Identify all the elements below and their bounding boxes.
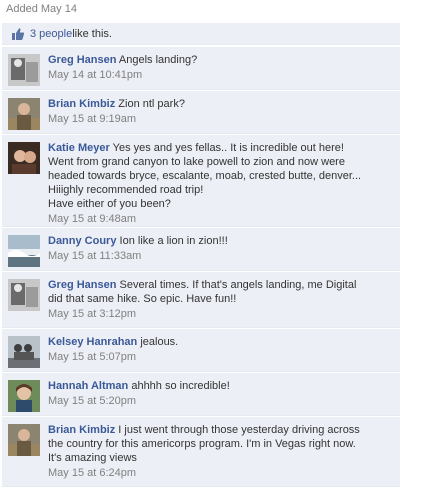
avatar[interactable]: [8, 380, 40, 412]
comment-item: Katie Meyer Yes yes and yes fellas.. It …: [2, 135, 400, 227]
likes-count-link[interactable]: 3 people: [30, 28, 72, 40]
comment-item: Danny Coury Ion like a lion in zion!!! M…: [2, 228, 400, 271]
comment-author-link[interactable]: Danny Coury: [48, 235, 116, 247]
comment-item: Greg Hansen Angels landing? May 14 at 10…: [2, 47, 400, 90]
avatar[interactable]: [8, 424, 40, 456]
comment-timestamp[interactable]: May 15 at 11:33am: [48, 249, 392, 263]
comment-item: Brian Kimbiz I just went through those y…: [2, 417, 400, 487]
comment-text: Yes yes and yes fellas.. It is incredibl…: [112, 142, 344, 154]
comment-text: headed towards bryce, escalante, moab, c…: [48, 170, 362, 182]
comment-author-link[interactable]: Hannah Altman: [48, 380, 128, 392]
comment-item: Brian Kimbiz Zion ntl park? May 15 at 9:…: [2, 91, 400, 134]
avatar[interactable]: [8, 336, 40, 368]
comment-item: Hannah Altman ahhhh so incredible! May 1…: [2, 373, 400, 416]
thumbs-up-icon[interactable]: [11, 27, 25, 41]
comment-text: Have either of you been?: [48, 198, 171, 210]
comment-text: the country for this americorps program.…: [48, 438, 356, 450]
comment-timestamp[interactable]: May 15 at 9:48am: [48, 212, 392, 226]
comment-timestamp[interactable]: May 15 at 3:12pm: [48, 307, 392, 321]
added-date-label: Added May 14: [6, 3, 77, 15]
comment-author-link[interactable]: Greg Hansen: [48, 279, 116, 291]
comment-author-link[interactable]: Kelsey Hanrahan: [48, 336, 137, 348]
avatar[interactable]: [8, 142, 40, 174]
avatar[interactable]: [8, 235, 40, 267]
avatar[interactable]: [8, 98, 40, 130]
avatar[interactable]: [8, 279, 40, 311]
comment-author-link[interactable]: Greg Hansen: [48, 54, 116, 66]
comment-text: Hiiighly recommended road trip!: [48, 184, 204, 196]
comment-text: It's amazing views: [48, 452, 137, 464]
comment-text: Several times. If that's angels landing,…: [119, 279, 357, 291]
avatar[interactable]: [8, 54, 40, 86]
comment-timestamp[interactable]: May 15 at 6:24pm: [48, 466, 392, 480]
comment-timestamp[interactable]: May 14 at 10:41pm: [48, 68, 392, 82]
comment-timestamp[interactable]: May 15 at 9:19am: [48, 112, 392, 126]
comment-timestamp[interactable]: May 15 at 5:07pm: [48, 350, 392, 364]
comment-item: Kelsey Hanrahan jealous. May 15 at 5:07p…: [2, 329, 400, 372]
comment-text: jealous.: [140, 336, 179, 348]
comment-author-link[interactable]: Katie Meyer: [48, 142, 110, 154]
comment-author-link[interactable]: Brian Kimbiz: [48, 424, 115, 436]
comment-text: did that same hike. So epic. Have fun!!: [48, 293, 237, 305]
comment-item: Greg Hansen Several times. If that's ang…: [2, 272, 400, 328]
comment-text: ahhhh so incredible!: [131, 380, 230, 392]
comment-timestamp[interactable]: May 15 at 5:20pm: [48, 394, 392, 408]
likes-bar: 3 people like this.: [2, 23, 400, 45]
comment-text: Angels landing?: [118, 54, 198, 66]
likes-suffix: like this.: [72, 27, 112, 40]
comment-text: Zion ntl park?: [118, 98, 185, 110]
comment-text: Went from grand canyon to lake powell to…: [48, 156, 345, 168]
comment-text: I just went through those yesterday driv…: [118, 424, 360, 436]
comment-author-link[interactable]: Brian Kimbiz: [48, 98, 115, 110]
comment-text: Ion like a lion in zion!!!: [119, 235, 228, 247]
